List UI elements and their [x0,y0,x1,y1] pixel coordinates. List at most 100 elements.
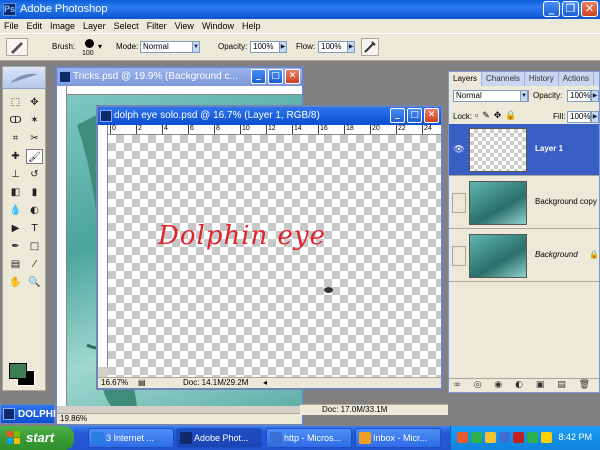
taskbar-button[interactable]: Inbox - Micr... [355,428,441,448]
menu-view[interactable]: View [175,19,194,33]
statusbar-scroll-icon[interactable]: ◂ [263,378,267,388]
minimized-window-dolphin[interactable]: DOLPHI [0,404,56,424]
healing-brush-tool-icon[interactable]: ✚ [7,149,24,164]
menu-window[interactable]: Window [202,19,234,33]
layers-bottom-toolbar[interactable]: ∞ ◎ ◉ ◐ ▣ ▤ 🗑 [449,378,599,392]
history-brush-tool-icon[interactable]: ↺ [26,167,43,182]
dodge-tool-icon[interactable]: ◐ [26,203,43,218]
dolph-maximize-button[interactable]: □ [407,108,422,123]
tool-preset-picker[interactable] [6,38,28,56]
layers-palette: Layers Channels History Actions Normal ▼… [448,71,600,393]
layer-row-background-copy[interactable]: Background copy [449,177,599,229]
close-button[interactable]: ✕ [581,1,598,17]
dolph-statusbar: 16.67% ▤ Doc: 14.1M/29.2M ◂ [98,377,441,388]
foreground-color-swatch[interactable] [9,363,27,379]
dolph-close-button[interactable]: ✕ [424,108,439,123]
tray-icon[interactable] [527,432,538,443]
blur-tool-icon[interactable]: 💧 [7,203,24,218]
visibility-toggle[interactable] [452,193,466,213]
taskbar-button-label: 3 Internet ... [106,433,155,443]
path-select-tool-icon[interactable]: ▶ [7,221,24,236]
menu-select[interactable]: Select [114,19,139,33]
type-tool-icon[interactable]: T [26,221,43,236]
magic-wand-tool-icon[interactable]: ✶ [26,113,43,128]
tricks-minimize-button[interactable]: _ [251,69,266,84]
tab-layers[interactable]: Layers [449,72,483,86]
photoshop-logo-icon: Ps [3,3,16,16]
clone-stamp-tool-icon[interactable]: ⊥ [7,167,24,182]
dolph-zoom-level[interactable]: 16.67% [101,378,128,388]
dolph-canvas[interactable]: Dolphin eye [108,135,441,377]
flow-input[interactable]: 100% [318,41,348,53]
opacity-input[interactable]: 100% [250,41,280,53]
fill-arrow-icon[interactable]: ▶ [591,111,599,123]
minimize-button[interactable]: _ [543,1,560,17]
flow-arrow-icon[interactable]: ▶ [347,41,355,53]
toolbox-header[interactable] [3,67,45,89]
eyedropper-tool-icon[interactable]: ⁄ [26,257,43,272]
menu-file[interactable]: File [4,19,19,33]
eye-icon[interactable]: 👁 [452,140,466,160]
opacity-arrow-icon[interactable]: ▶ [279,41,287,53]
statusbar-menu-icon[interactable]: ▤ [138,378,146,388]
lasso-tool-icon[interactable]: ↀ [7,113,24,128]
blend-mode-select[interactable]: Normal [453,90,529,102]
ruler-tick-label: 4 [162,125,168,134]
taskbar-button[interactable]: 3 Internet ... [88,428,174,448]
brush-preview-icon[interactable] [85,39,94,48]
tab-channels[interactable]: Channels [482,72,525,86]
eraser-tool-icon[interactable]: ◧ [7,185,24,200]
layer-row-background[interactable]: Background 🔒 [449,230,599,282]
airbrush-toggle[interactable] [361,38,379,56]
tray-icon[interactable] [541,432,552,443]
tab-history[interactable]: History [525,72,559,86]
dolph-minimize-button[interactable]: _ [390,108,405,123]
layer-row-layer-1[interactable]: 👁 Layer 1 [449,124,599,176]
gradient-tool-icon[interactable]: ▮ [26,185,43,200]
blend-mode-dropdown-icon[interactable]: ▼ [520,90,528,102]
restore-button[interactable]: ❐ [562,1,579,17]
menu-layer[interactable]: Layer [83,19,106,33]
document-window-dolph-eye[interactable]: dolph eye solo.psd @ 16.7% (Layer 1, RGB… [96,105,443,390]
menu-bar: File Edit Image Layer Select Filter View… [0,19,600,33]
taskbar-button[interactable]: http - Micros... [266,428,352,448]
pen-tool-icon[interactable]: ✒ [7,239,24,254]
taskbar-button[interactable]: Adobe Phot... [176,428,262,448]
shape-tool-icon[interactable]: □ [26,239,43,254]
tray-icon[interactable] [457,432,468,443]
mode-dropdown-icon[interactable]: ▼ [192,41,200,53]
canvas-text-dolphin-eye[interactable]: Dolphin eye [158,221,326,251]
marquee-tool-icon[interactable]: ⬚ [7,95,24,110]
lock-icons[interactable]: ▫✎✥🔒 [475,110,520,121]
tray-icon[interactable] [513,432,524,443]
move-tool-icon[interactable]: ✥ [26,95,43,110]
tricks-close-button[interactable]: ✕ [285,69,300,84]
notes-tool-icon[interactable]: ▤ [7,257,24,272]
menu-filter[interactable]: Filter [147,19,167,33]
brush-tool-icon[interactable]: 🖌 [26,149,43,164]
menu-edit[interactable]: Edit [27,19,43,33]
fill-input[interactable]: 100% [567,111,591,123]
visibility-toggle[interactable] [452,246,466,266]
hand-tool-icon[interactable]: ✋ [7,275,24,290]
fill-label: Fill: [553,112,566,121]
dolph-doc-info: Doc: 14.1M/29.2M [183,378,249,387]
crop-tool-icon[interactable]: ⌗ [7,131,24,146]
clock[interactable]: 8:42 PM [558,432,592,442]
layer-opacity-input[interactable]: 100% [567,90,591,102]
zoom-tool-icon[interactable]: 🔍 [26,275,43,290]
tray-icon[interactable] [485,432,496,443]
menu-image[interactable]: Image [50,19,75,33]
opacity-label: Opacity: [218,42,248,51]
tab-actions[interactable]: Actions [559,72,594,86]
mode-select[interactable]: Normal [140,41,200,53]
tricks-maximize-button[interactable]: □ [268,69,283,84]
layer-opacity-arrow-icon[interactable]: ▶ [591,90,599,102]
slice-tool-icon[interactable]: ✂ [26,131,43,146]
tray-icon[interactable] [471,432,482,443]
tricks-zoom-level[interactable]: 19.86% [60,414,87,424]
menu-help[interactable]: Help [242,19,261,33]
start-button[interactable]: start [0,426,74,450]
brush-dropdown-icon[interactable]: ▾ [98,42,102,51]
tray-icon[interactable] [499,432,510,443]
